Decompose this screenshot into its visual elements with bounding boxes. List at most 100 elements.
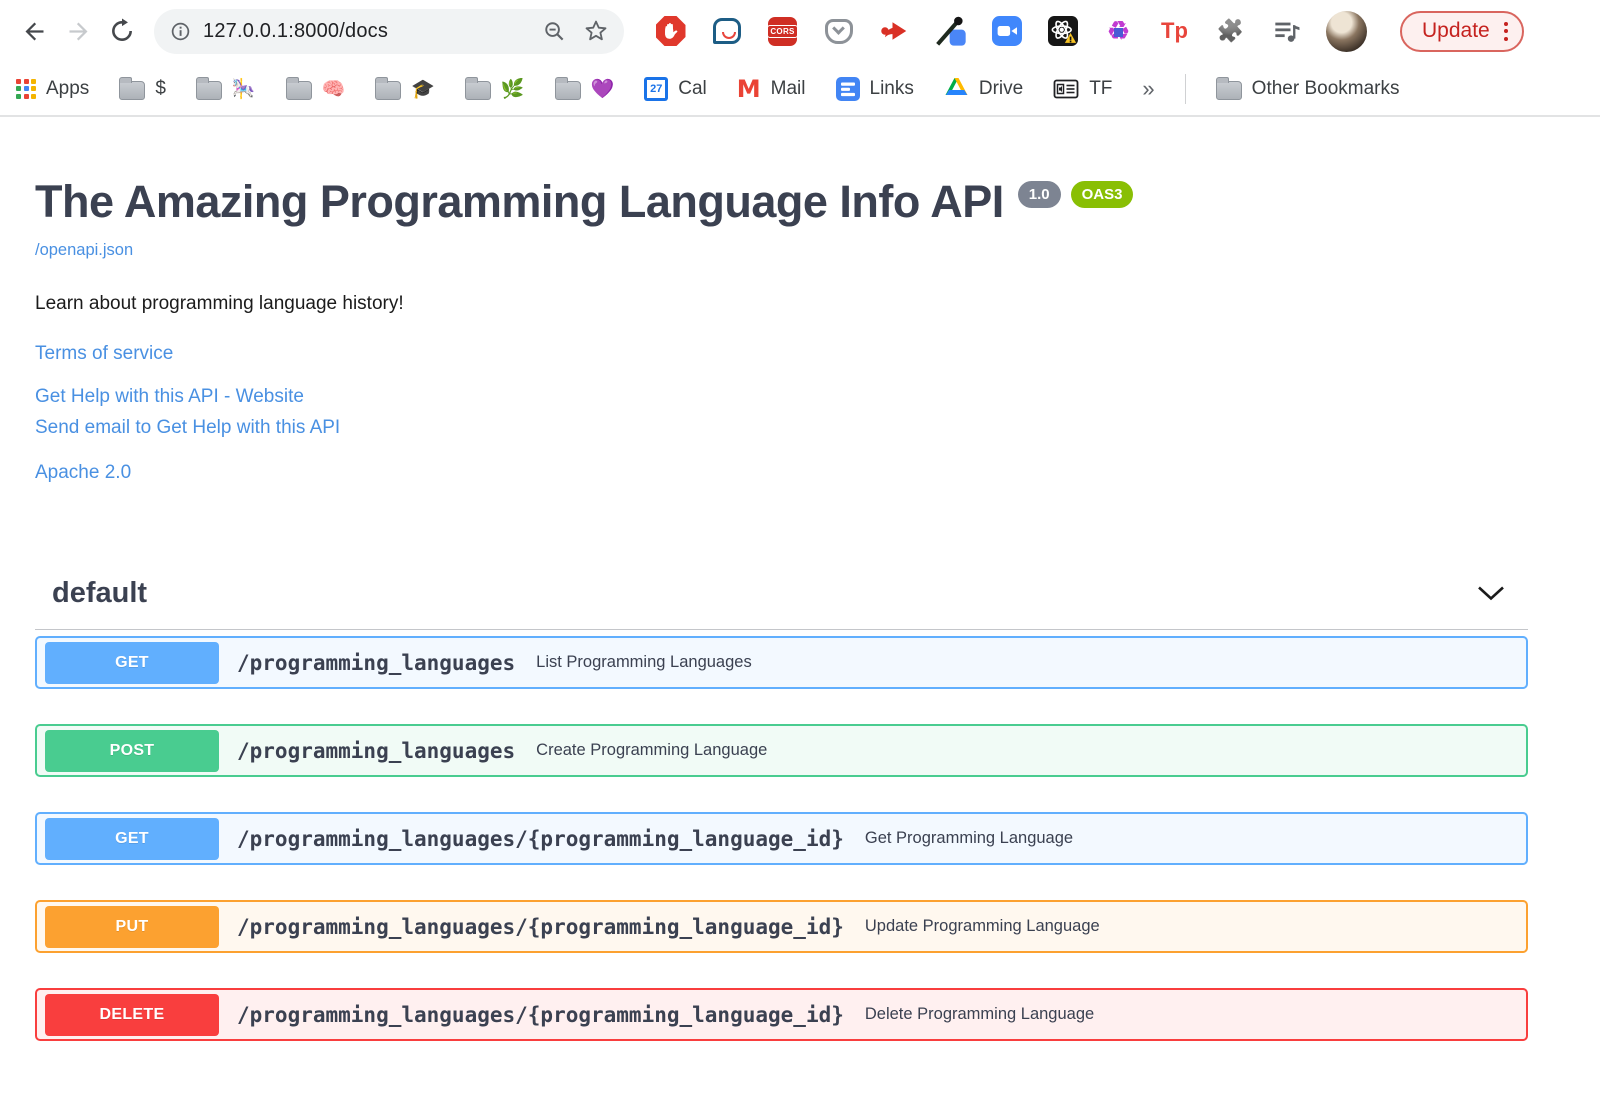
reload-icon <box>112 18 132 41</box>
chrome-menu-icon[interactable] <box>1503 21 1508 41</box>
bookmark-folder[interactable]: 🎓 <box>375 77 435 101</box>
pocket-extension[interactable] <box>822 15 855 48</box>
cors-extension[interactable]: CORS <box>766 15 799 48</box>
folder-icon <box>285 77 312 100</box>
apps-label: Apps <box>46 77 90 99</box>
endpoint-row[interactable]: GET /programming_languages List Programm… <box>35 636 1528 689</box>
tp-extension[interactable]: Tp <box>1158 15 1191 48</box>
chat-bubble-icon <box>712 18 741 44</box>
pocket-icon <box>824 18 853 44</box>
bookmark-apps[interactable]: Apps <box>16 78 89 100</box>
react-atom-icon <box>1047 16 1078 46</box>
endpoint-summary: List Programming Languages <box>536 653 752 671</box>
folder-icon <box>375 77 402 100</box>
page-title: The Amazing Programming Language Info AP… <box>35 176 1004 227</box>
url-text[interactable]: 127.0.0.1:8000/docs <box>203 20 525 43</box>
reload-button[interactable] <box>100 9 144 53</box>
oas3-badge: OAS3 <box>1070 181 1134 208</box>
tag-section-default[interactable]: default <box>35 577 1528 630</box>
bookmark-mail[interactable]: M Mail <box>737 75 806 103</box>
endpoint-summary: Get Programming Language <box>864 829 1074 847</box>
share-extension[interactable] <box>878 15 911 48</box>
folder-icon <box>119 77 146 100</box>
playlist-extension[interactable] <box>1270 15 1303 48</box>
bookmark-folder-label: 💜 <box>590 78 615 100</box>
chevron-down-icon[interactable] <box>1476 585 1506 602</box>
forward-icon <box>69 22 87 40</box>
method-badge: PUT <box>45 905 219 948</box>
red-arrow-icon <box>880 22 906 40</box>
extensions-menu-button[interactable]: 🧩 <box>1214 15 1247 48</box>
eyedropper-icon <box>935 16 966 46</box>
forward-button[interactable] <box>56 9 100 53</box>
bookmark-folder[interactable]: 🌿 <box>464 77 525 101</box>
endpoint-path[interactable]: /programming_languages <box>237 651 515 675</box>
tf-card-icon <box>1053 79 1079 98</box>
bookmark-folder[interactable]: 💜 <box>554 77 615 101</box>
browser-toolbar: 127.0.0.1:8000/docs ✋ CORS ♻ Tp 🧩 <box>0 0 1600 62</box>
bookmark-folder[interactable]: $ <box>119 77 166 101</box>
bookmark-folder[interactable]: 🧠 <box>285 77 346 101</box>
help-email-link[interactable]: Send email to Get Help with this API <box>35 417 1528 439</box>
chrome-update-button[interactable]: Update <box>1400 10 1524 52</box>
endpoint-row[interactable]: DELETE /programming_languages/{programmi… <box>35 988 1528 1041</box>
endpoint-path[interactable]: /programming_languages/{programming_lang… <box>237 1003 844 1027</box>
cors-icon: CORS <box>767 16 798 46</box>
endpoint-summary: Create Programming Language <box>536 741 768 759</box>
chat-extension[interactable] <box>710 15 743 48</box>
calendar-icon: 27 <box>644 76 669 101</box>
video-camera-icon <box>991 16 1022 46</box>
section-title: default <box>52 577 148 609</box>
method-badge: GET <box>45 641 219 684</box>
license-link[interactable]: Apache 2.0 <box>35 462 1528 484</box>
update-label: Update <box>1422 19 1490 42</box>
bookmark-folder-label: 🎓 <box>411 78 435 100</box>
endpoint-path[interactable]: /programming_languages <box>237 739 515 763</box>
bookmarks-bar: Apps $ 🎠 🧠 🎓 🌿 💜 27 Cal M Mail Links Dri… <box>0 62 1600 115</box>
bookmark-folder-label: $ <box>155 77 166 99</box>
other-bookmarks-button[interactable]: Other Bookmarks <box>1215 77 1400 100</box>
endpoint-row[interactable]: GET /programming_languages/{programming_… <box>35 812 1528 865</box>
openapi-spec-link[interactable]: /openapi.json <box>35 241 133 260</box>
terms-of-service-link[interactable]: Terms of service <box>35 343 1528 365</box>
profile-avatar[interactable] <box>1326 10 1367 52</box>
endpoint-path[interactable]: /programming_languages/{programming_lang… <box>237 827 844 851</box>
color-picker-extension[interactable] <box>934 15 967 48</box>
bookmarks-overflow-button[interactable]: » <box>1142 76 1154 102</box>
adblock-extension[interactable]: ✋ <box>654 15 687 48</box>
version-badge: 1.0 <box>1017 181 1061 208</box>
react-devtools-extension[interactable] <box>1046 15 1079 48</box>
url-bar[interactable]: 127.0.0.1:8000/docs <box>154 8 624 54</box>
folder-icon <box>1215 77 1242 100</box>
zoom-out-button[interactable] <box>543 20 566 43</box>
bookmark-star-button[interactable] <box>584 19 608 43</box>
extensions-row: ✋ CORS ♻ Tp 🧩 Update <box>654 10 1524 52</box>
endpoint-row[interactable]: PUT /programming_languages/{programming_… <box>35 900 1528 953</box>
method-badge: POST <box>45 729 219 772</box>
bookmark-cal[interactable]: 27 Cal <box>644 76 707 101</box>
back-icon <box>25 22 43 40</box>
zoom-extension[interactable] <box>990 15 1023 48</box>
bookmark-folder-label: 🧠 <box>321 78 346 100</box>
bookmark-folder[interactable]: 🎠 <box>195 77 256 101</box>
site-info-icon[interactable] <box>170 21 191 42</box>
back-button[interactable] <box>12 9 56 53</box>
puzzle-icon: 🧩 <box>1216 18 1245 43</box>
tp-icon: Tp <box>1161 18 1188 43</box>
folder-icon <box>554 77 581 100</box>
drive-icon <box>945 78 968 95</box>
zoom-out-icon <box>545 21 564 40</box>
star-icon <box>585 20 607 41</box>
bookmark-drive[interactable]: Drive <box>944 77 1023 100</box>
bookmark-links[interactable]: Links <box>835 76 914 101</box>
folder-icon <box>464 77 491 100</box>
bookmark-tf[interactable]: TF <box>1053 78 1112 100</box>
endpoint-row[interactable]: POST /programming_languages Create Progr… <box>35 724 1528 777</box>
bookmark-folder-label: 🎠 <box>231 78 256 100</box>
recycle-extension[interactable]: ♻ <box>1102 15 1135 48</box>
endpoint-path[interactable]: /programming_languages/{programming_lang… <box>237 915 844 939</box>
bookmark-folder-label: 🌿 <box>500 78 525 100</box>
links-icon <box>835 76 860 101</box>
help-website-link[interactable]: Get Help with this API - Website <box>35 386 1528 408</box>
endpoint-list: GET /programming_languages List Programm… <box>35 636 1528 1041</box>
